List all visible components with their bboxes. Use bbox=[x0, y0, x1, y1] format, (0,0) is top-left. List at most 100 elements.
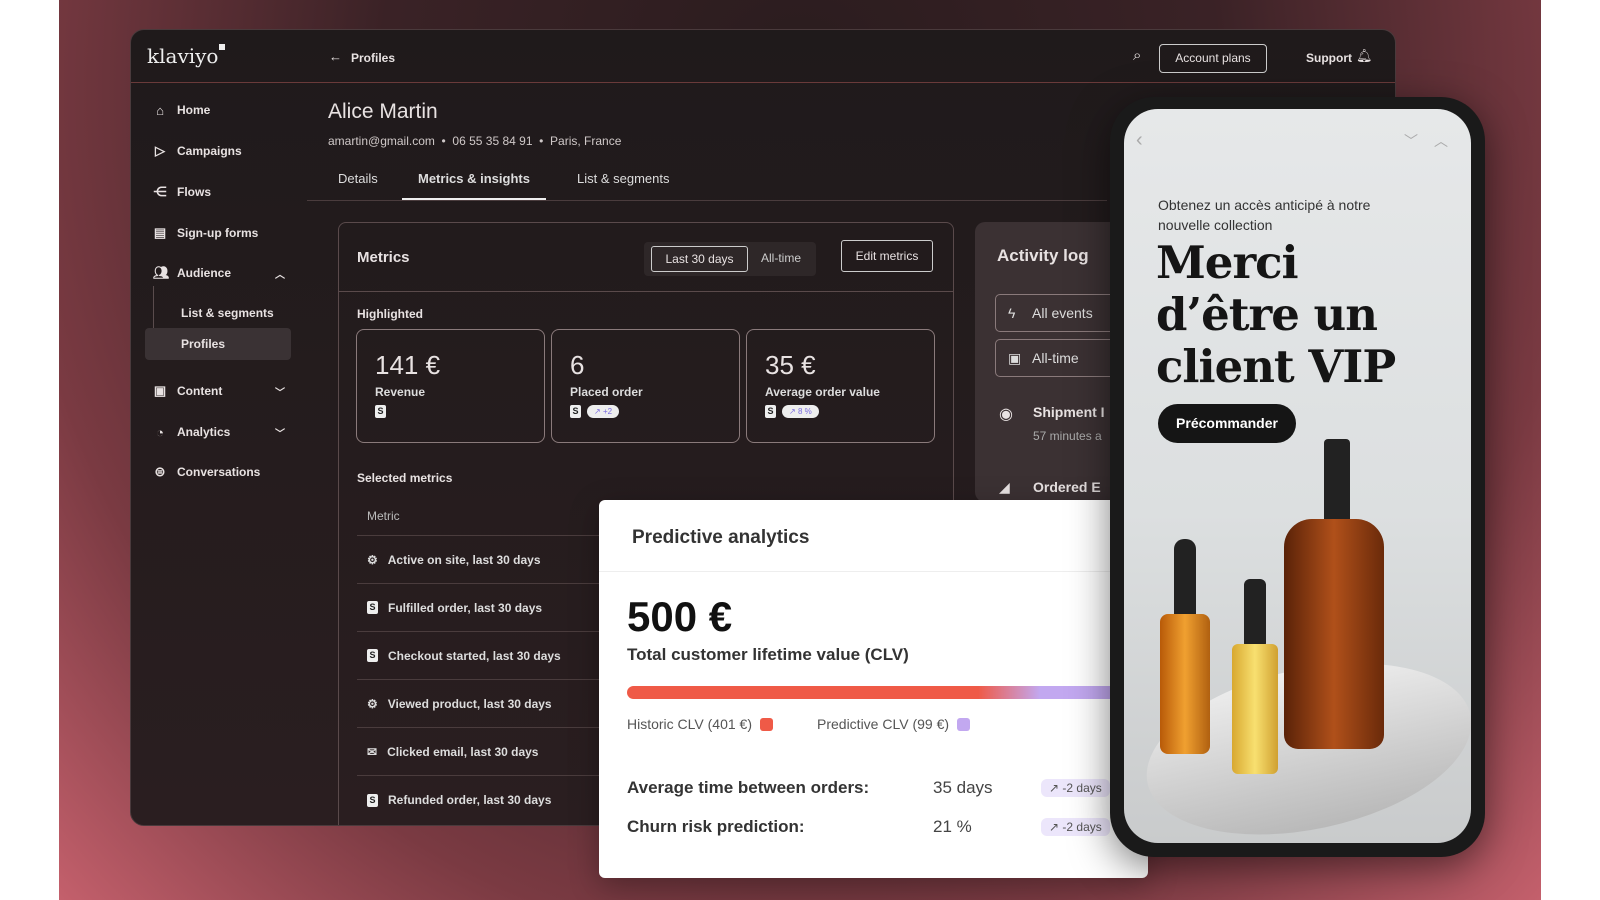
legend-label: Predictive CLV (99 €) bbox=[817, 716, 950, 732]
activity-item-time: 57 minutes a bbox=[1033, 429, 1102, 443]
metric-row-label: Refunded order, last 30 days bbox=[388, 793, 552, 807]
sidebar-item-profiles[interactable]: Profiles bbox=[145, 328, 291, 360]
sidebar-label: Content bbox=[177, 384, 223, 398]
tab-details[interactable]: Details bbox=[338, 171, 378, 186]
sidebar-label: Analytics bbox=[177, 425, 231, 439]
metric-row-label: Viewed product, last 30 days bbox=[387, 696, 552, 711]
sidebar-item-conversations[interactable]: ⊜ Conversations bbox=[145, 456, 291, 488]
metrics-title: Metrics bbox=[357, 249, 410, 266]
top-bar: klaviyo ← Profiles ⌕ Account plans Suppo… bbox=[131, 30, 1395, 83]
tab-metrics-insights[interactable]: Metrics & insights bbox=[402, 171, 546, 200]
highlighted-label: Highlighted bbox=[357, 307, 423, 321]
account-plans-button[interactable]: Account plans bbox=[1159, 44, 1267, 73]
filter-label: All events bbox=[1032, 305, 1093, 321]
chevron-up-icon[interactable]: ︿ bbox=[1434, 131, 1448, 151]
sidebar-item-home[interactable]: ⌂ Home bbox=[145, 94, 291, 126]
dropper-bottle bbox=[1160, 614, 1210, 754]
metric-row-label: Fulfilled order, last 30 days bbox=[388, 600, 543, 615]
sidebar-label: Home bbox=[177, 103, 211, 117]
chevron-down-icon[interactable]: ﹀ bbox=[1404, 131, 1418, 151]
back-arrow-icon[interactable]: ← bbox=[329, 49, 342, 64]
shopify-icon: S bbox=[765, 405, 776, 418]
analytics-icon: ◔ bbox=[156, 424, 164, 440]
profile-location: Paris, France bbox=[550, 134, 622, 148]
breadcrumb[interactable]: Profiles bbox=[351, 51, 395, 65]
activity-log-title: Activity log bbox=[997, 246, 1089, 265]
metric-row[interactable]: S Fulfilled order, last 30 days bbox=[357, 584, 617, 632]
edit-metrics-button[interactable]: Edit metrics bbox=[841, 240, 933, 272]
chat-icon: ⊜ bbox=[154, 464, 166, 479]
divider bbox=[599, 571, 1148, 572]
metric-card-revenue[interactable]: 141 € Revenue S bbox=[356, 329, 545, 443]
last-30-days-button[interactable]: Last 30 days bbox=[651, 246, 748, 272]
promo-headline: Merci d’être un client VIP bbox=[1156, 236, 1396, 393]
phone-mockup: ‹ ﹀ ︿ Obtenez un accès anticipé à notre … bbox=[1110, 97, 1485, 857]
churn-value: 21 % bbox=[933, 817, 972, 836]
metric-row[interactable]: S Checkout started, last 30 days bbox=[357, 632, 617, 680]
profile-contact: amartin@gmail.com • 06 55 35 84 91 • Par… bbox=[328, 134, 622, 148]
profile-name: Alice Martin bbox=[328, 100, 438, 123]
metric-row-label: Checkout started, last 30 days bbox=[388, 648, 561, 663]
support-link[interactable]: Support bbox=[1306, 51, 1352, 65]
avg-time-change: ↗ -2 days bbox=[1041, 779, 1110, 797]
metric-row[interactable]: S Refunded order, last 30 days bbox=[357, 776, 617, 824]
shopify-icon: S bbox=[367, 601, 378, 614]
sidebar-item-audience[interactable]: 👥︎ Audience ︿ bbox=[145, 257, 291, 289]
trend-value: +2 bbox=[602, 407, 613, 416]
tab-divider bbox=[307, 200, 1107, 201]
churn-change: ↗ -2 days bbox=[1041, 818, 1110, 836]
dropper-cap bbox=[1174, 539, 1196, 619]
metric-row[interactable]: ⚙ Viewed product, last 30 days bbox=[357, 680, 617, 728]
profile-email: amartin@gmail.com bbox=[328, 134, 435, 148]
churn-label: Churn risk prediction: bbox=[627, 817, 805, 836]
legend-swatch bbox=[957, 717, 971, 731]
tab-list-segments[interactable]: List & segments bbox=[577, 171, 670, 186]
send-icon: ▷ bbox=[155, 143, 165, 158]
chevron-down-icon: ﹀ bbox=[275, 428, 285, 440]
legend-swatch bbox=[760, 717, 774, 731]
sidebar-item-flows[interactable]: ⋲ Flows bbox=[145, 176, 291, 208]
serum-bottle bbox=[1232, 644, 1278, 774]
metric-label: Placed order bbox=[570, 385, 643, 399]
filter-label: All-time bbox=[1032, 350, 1079, 366]
metric-label: Average order value bbox=[765, 385, 880, 399]
shopify-icon: S bbox=[570, 405, 581, 418]
sidebar-item-analytics[interactable]: ◔ Analytics ﹀ bbox=[145, 416, 291, 448]
trend-icon: ↗ bbox=[1049, 781, 1060, 795]
predictive-legend: Predictive CLV (99 €) bbox=[817, 716, 971, 732]
sidebar-item-signup-forms[interactable]: ▤ Sign-up forms bbox=[145, 217, 291, 249]
sidebar-label: Profiles bbox=[181, 337, 226, 351]
historic-clv-segment bbox=[627, 686, 1041, 699]
klaviyo-logo: klaviyo bbox=[147, 44, 225, 68]
all-time-button[interactable]: All-time bbox=[752, 246, 810, 272]
clv-total: 500 € bbox=[627, 593, 733, 640]
metric-row[interactable]: ✉ Clicked email, last 30 days bbox=[357, 728, 617, 776]
preorder-button[interactable]: Précommander bbox=[1158, 404, 1296, 443]
chevron-left-icon[interactable]: ‹ bbox=[1136, 129, 1143, 152]
search-icon[interactable]: ⌕ bbox=[1133, 47, 1141, 64]
avg-time-label: Average time between orders: bbox=[627, 778, 870, 797]
form-icon: ▤ bbox=[153, 225, 167, 240]
metric-card-aov[interactable]: 35 € Average order value S ↗ 8 % bbox=[746, 329, 935, 443]
trend-value: 8 % bbox=[797, 407, 812, 416]
trend-badge: ↗ 8 % bbox=[782, 405, 819, 418]
divider bbox=[339, 291, 953, 292]
sidebar-item-list-segments[interactable]: List & segments bbox=[145, 297, 291, 329]
activity-item-title[interactable]: Shipment I bbox=[1033, 404, 1105, 420]
profile-phone: 06 55 35 84 91 bbox=[452, 134, 533, 148]
order-icon: ◢ bbox=[999, 479, 1010, 495]
content-icon: ▣ bbox=[153, 383, 167, 398]
metric-row[interactable]: ⚙ Active on site, last 30 days bbox=[357, 536, 617, 584]
metric-label: Revenue bbox=[375, 385, 426, 399]
activity-item-title[interactable]: Ordered E bbox=[1033, 479, 1101, 495]
historic-legend: Historic CLV (401 €) bbox=[627, 716, 774, 732]
home-icon: ⌂ bbox=[156, 102, 164, 118]
metric-card-placed-order[interactable]: 6 Placed order S ↗ +2 bbox=[551, 329, 740, 443]
sidebar-item-campaigns[interactable]: ▷ Campaigns bbox=[145, 135, 291, 167]
selected-metrics-label: Selected metrics bbox=[357, 471, 453, 485]
sidebar-item-content[interactable]: ▣ Content ﹀ bbox=[145, 375, 291, 407]
chevron-down-icon: ﹀ bbox=[275, 387, 285, 399]
trend-badge: ↗ +2 bbox=[587, 405, 620, 418]
bell-icon[interactable]: 🔔︎ bbox=[1356, 48, 1373, 64]
sidebar-label: List & segments bbox=[181, 306, 274, 320]
